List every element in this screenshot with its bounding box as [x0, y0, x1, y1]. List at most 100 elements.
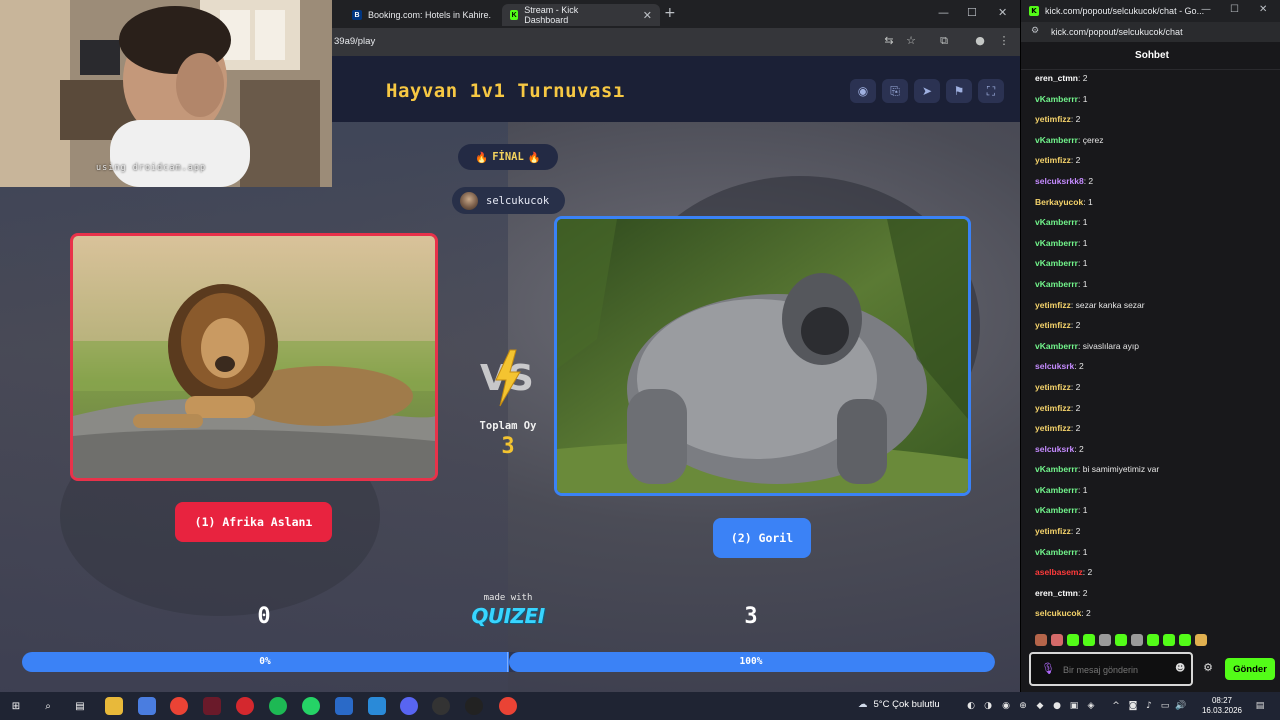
close-window-icon[interactable]: ✕ [1259, 4, 1267, 15]
tray-icon[interactable]: ◉ [1000, 700, 1012, 712]
option-card-right[interactable] [554, 216, 971, 496]
chat-username[interactable]: eren_ctmn [1035, 73, 1078, 83]
chat-username[interactable]: vKamberrr [1035, 258, 1078, 268]
emote-icon[interactable] [1131, 634, 1143, 646]
clock[interactable]: 08:27 16.03.2026 [1200, 696, 1244, 716]
gear-icon[interactable]: ⚙ [1201, 661, 1215, 675]
search-icon[interactable]: ⌕ [39, 697, 57, 715]
chat-username[interactable]: yetimfizz [1035, 423, 1071, 433]
profile-avatar-icon[interactable]: ● [973, 34, 987, 48]
new-tab-icon[interactable]: + [664, 5, 676, 21]
maximize-icon[interactable]: ☐ [967, 6, 977, 19]
app-icon[interactable] [203, 697, 221, 715]
chat-username[interactable]: yetimfizz [1035, 300, 1071, 310]
tab-booking[interactable]: B Booking.com: Hotels in Kahire. ✕ [344, 4, 524, 26]
chat-username[interactable]: yetimfizz [1035, 155, 1071, 165]
chat-username[interactable]: vKamberrr [1035, 94, 1078, 104]
emote-icon[interactable] [1099, 634, 1111, 646]
chat-username[interactable]: vKamberrr [1035, 547, 1078, 557]
tab-kick-dashboard[interactable]: K Stream - Kick Dashboard ✕ [502, 4, 660, 26]
site-info-icon[interactable]: ⚙ [1031, 26, 1039, 36]
url-text[interactable]: 39a9/play [334, 36, 375, 47]
chat-username[interactable]: vKamberrr [1035, 238, 1078, 248]
send-button[interactable]: Gönder [1225, 658, 1275, 680]
quizei-logo[interactable]: QUIZEI [470, 604, 546, 628]
chat-username[interactable]: vKamberrr [1035, 505, 1078, 515]
option-card-left[interactable] [70, 233, 438, 481]
windows-start-icon[interactable]: ⊞ [7, 697, 25, 715]
minimize-icon[interactable]: — [938, 6, 949, 19]
chat-username[interactable]: selcukucok [1035, 608, 1081, 618]
whatsapp-icon[interactable] [302, 697, 320, 715]
emote-icon[interactable] [1035, 634, 1047, 646]
chat-username[interactable]: vKamberrr [1035, 485, 1078, 495]
tray-icon[interactable]: ◈ [1085, 700, 1097, 712]
app-icon[interactable] [335, 697, 353, 715]
chevron-up-icon[interactable]: ^ [1110, 700, 1122, 712]
store-icon[interactable] [138, 697, 156, 715]
spotify-icon[interactable] [269, 697, 287, 715]
emote-icon[interactable] [1147, 634, 1159, 646]
chat-input-box[interactable]: 🎙 ☻ [1029, 652, 1193, 686]
chat-username[interactable]: yetimfizz [1035, 320, 1071, 330]
bookmark-star-icon[interactable]: ☆ [904, 34, 918, 48]
minimize-icon[interactable]: — [1201, 4, 1211, 15]
close-tab-icon[interactable]: ✕ [643, 9, 652, 22]
emote-icon[interactable] [1083, 634, 1095, 646]
emote-icon[interactable] [1115, 634, 1127, 646]
tray-icon[interactable]: ▣ [1068, 700, 1080, 712]
task-view-icon[interactable]: ▤ [71, 697, 89, 715]
notification-icon[interactable]: ▤ [1254, 700, 1266, 712]
network-icon[interactable]: ▭ [1159, 700, 1171, 712]
volume-icon[interactable]: 🔊 [1175, 700, 1187, 712]
camera-icon[interactable]: ◙ [1127, 700, 1139, 712]
chat-username[interactable]: vKamberrr [1035, 217, 1078, 227]
close-window-icon[interactable]: ✕ [998, 6, 1007, 19]
emote-icon[interactable] [1051, 634, 1063, 646]
maximize-icon[interactable]: ☐ [1230, 4, 1239, 15]
app-icon[interactable] [432, 697, 450, 715]
tray-icon[interactable]: ◆ [1034, 700, 1046, 712]
obs-icon[interactable] [465, 697, 483, 715]
extensions-icon[interactable]: ⧉ [937, 34, 951, 48]
mic-icon[interactable]: 🎙 [1041, 662, 1055, 676]
mic-icon[interactable]: ♪ [1143, 700, 1155, 712]
tray-icon[interactable]: ● [1051, 700, 1063, 712]
chat-username[interactable]: Berkayucok [1035, 197, 1083, 207]
chat-username[interactable]: eren_ctmn [1035, 588, 1078, 598]
file-explorer-icon[interactable] [105, 697, 123, 715]
chrome-icon[interactable] [499, 697, 517, 715]
option-right-button[interactable]: (2) Goril [713, 518, 811, 558]
chat-username[interactable]: selcuksrk [1035, 444, 1074, 454]
chrome-icon[interactable] [170, 697, 188, 715]
chat-username[interactable]: vKamberrr [1035, 135, 1078, 145]
chat-username[interactable]: aselbasemz [1035, 567, 1083, 577]
fullscreen-icon[interactable]: ⛶ [978, 79, 1004, 103]
chat-username[interactable]: yetimfizz [1035, 526, 1071, 536]
option-left-button[interactable]: (1) Afrika Aslanı [175, 502, 332, 542]
chat-url-text[interactable]: kick.com/popout/selcukucok/chat [1051, 27, 1183, 37]
chat-message-input[interactable] [1063, 662, 1171, 678]
discord-icon[interactable] [400, 697, 418, 715]
chat-username[interactable]: selcuksrk [1035, 361, 1074, 371]
chat-username[interactable]: vKamberrr [1035, 341, 1078, 351]
tray-icon[interactable]: ◑ [982, 700, 994, 712]
chat-username[interactable]: vKamberrr [1035, 279, 1078, 289]
tray-icon[interactable]: ⊕ [1017, 700, 1029, 712]
send-icon[interactable]: ➤ [914, 79, 940, 103]
emoji-icon[interactable]: ☻ [1175, 663, 1187, 675]
app-icon[interactable] [368, 697, 386, 715]
weather-widget[interactable]: ☁ 5°C Çok bulutlu [858, 699, 940, 710]
emote-icon[interactable] [1163, 634, 1175, 646]
chat-username[interactable]: selcuksrkk8 [1035, 176, 1084, 186]
translate-icon[interactable]: ⇆ [882, 34, 896, 48]
emote-icon[interactable] [1195, 634, 1207, 646]
app-icon[interactable] [236, 697, 254, 715]
tray-icon[interactable]: ◐ [965, 700, 977, 712]
eye-icon[interactable]: ◉ [850, 79, 876, 103]
chat-username[interactable]: yetimfizz [1035, 114, 1071, 124]
chat-username[interactable]: yetimfizz [1035, 403, 1071, 413]
share-icon[interactable]: ⎘ [882, 79, 908, 103]
emote-icon[interactable] [1067, 634, 1079, 646]
chat-username[interactable]: yetimfizz [1035, 382, 1071, 392]
